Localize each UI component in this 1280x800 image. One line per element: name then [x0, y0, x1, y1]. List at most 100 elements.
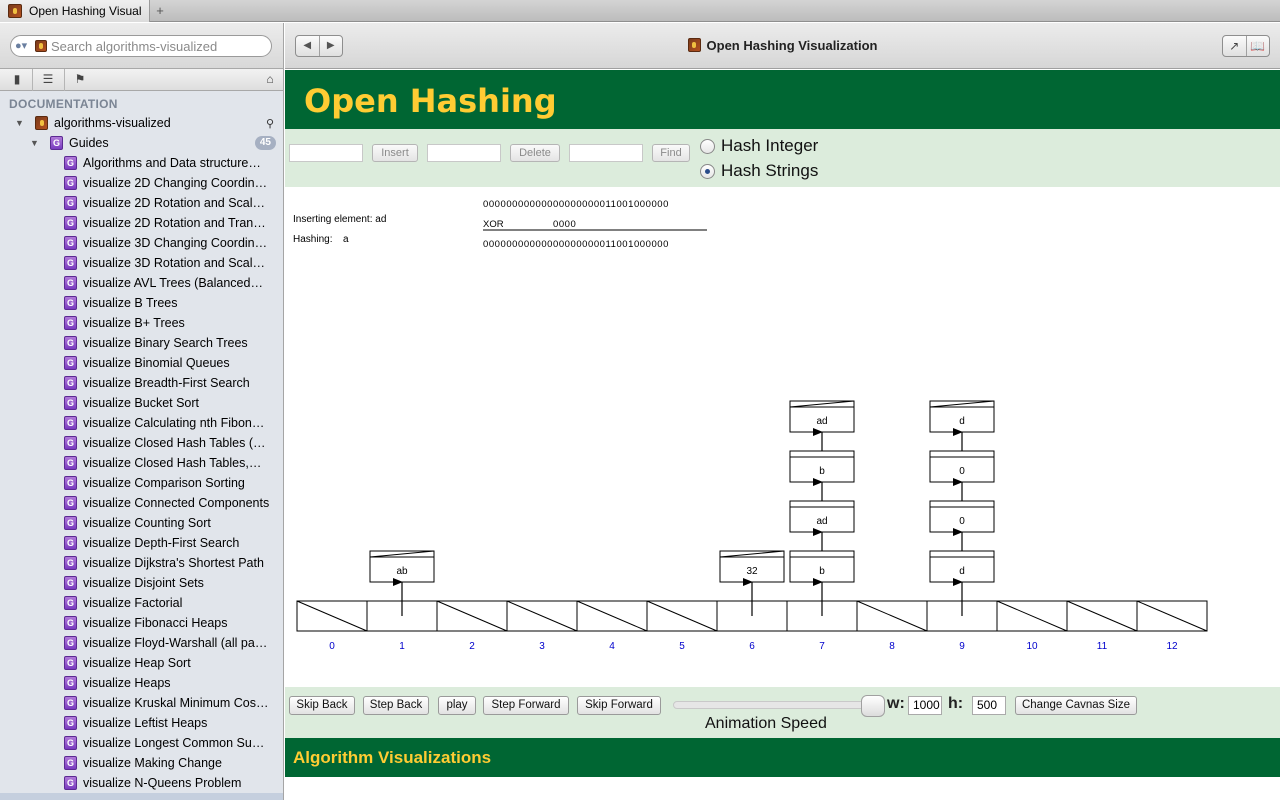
docset-search-icon[interactable]: ⚲ [266, 117, 274, 130]
guide-item-label: visualize Depth-First Search [83, 536, 240, 550]
tree-docset-row[interactable]: ▼ algorithms-visualized ⚲ [0, 113, 283, 133]
home-icon[interactable]: ⌂ [262, 72, 278, 86]
radio-circle-selected[interactable] [700, 163, 715, 179]
skip-forward-button[interactable]: Skip Forward [577, 696, 661, 715]
bits-bottom: 00000000000000000000011001000000 [483, 239, 669, 250]
delete-input[interactable] [427, 144, 501, 162]
sidebar-guide-item[interactable]: Gvisualize Depth-First Search [0, 533, 283, 553]
delete-button[interactable]: Delete [510, 144, 560, 162]
sidebar-guide-item[interactable]: Gvisualize Dijkstra's Shortest Path [0, 553, 283, 573]
sidebar-guide-item[interactable]: Gvisualize Heaps [0, 673, 283, 693]
footer-banner: Algorithm Visualizations [285, 738, 1280, 777]
sidebar-guide-item[interactable]: Gvisualize Leftist Heaps [0, 713, 283, 733]
change-canvas-size-button[interactable]: Change Cavnas Size [1015, 696, 1137, 715]
disclosure-triangle-icon[interactable]: ▼ [15, 118, 25, 128]
guide-item-label: visualize Floyd-Warshall (all pa… [83, 636, 268, 650]
list-icon[interactable]: ☰ [40, 72, 56, 86]
insert-input[interactable] [289, 144, 363, 162]
sidebar-guide-item[interactable]: Gvisualize B Trees [0, 293, 283, 313]
sidebar-guide-item[interactable]: Gvisualize Calculating nth Fibon… [0, 413, 283, 433]
new-tab-button[interactable]: + [153, 1, 167, 21]
reading-mode-icon[interactable]: 📖 [1247, 36, 1270, 56]
insert-button[interactable]: Insert [372, 144, 418, 162]
guide-item-label: visualize Binomial Queues [83, 356, 230, 370]
animation-speed-slider[interactable] [673, 695, 885, 717]
step-forward-button[interactable]: Step Forward [483, 696, 569, 715]
docsets-icon[interactable]: ▮ [9, 72, 25, 86]
hash-table: 0 1 ab 2 3 4 5 6 32 7 b ad b ad 8 9 d 0 0 d 10 11 12 [296, 400, 1208, 652]
radio-circle[interactable] [700, 138, 715, 154]
guide-item-label: visualize Kruskal Minimum Cos… [83, 696, 269, 710]
slider-knob[interactable] [861, 695, 885, 717]
chain-node-value: 0 [959, 466, 965, 477]
slot-index: 3 [539, 641, 545, 652]
bookmark-tag-icon[interactable]: ⚑ [72, 72, 88, 86]
find-input[interactable] [569, 144, 643, 162]
guide-icon: G [64, 316, 77, 330]
sidebar-guide-item[interactable]: Gvisualize Longest Common Su… [0, 733, 283, 753]
sidebar-guide-item[interactable]: Gvisualize 3D Changing Coordin… [0, 233, 283, 253]
sidebar-guide-item[interactable]: Gvisualize Connected Components [0, 493, 283, 513]
guide-item-label: visualize 3D Changing Coordin… [83, 236, 268, 250]
tree-group-row[interactable]: ▼ G Guides 45 [0, 133, 283, 153]
guide-item-label: visualize 2D Changing Coordin… [83, 176, 268, 190]
sidebar-guide-item[interactable]: Gvisualize Binary Search Trees [0, 333, 283, 353]
sidebar-guide-item[interactable]: Gvisualize Kruskal Minimum Cos… [0, 693, 283, 713]
sidebar-guide-item[interactable]: Gvisualize Factorial [0, 593, 283, 613]
height-label: h: [948, 695, 964, 712]
sidebar-guide-item[interactable]: Gvisualize Closed Hash Tables,… [0, 453, 283, 473]
hash-strings-label: Hash Strings [721, 161, 819, 180]
divider [32, 69, 33, 91]
sidebar-guide-item[interactable]: Gvisualize AVL Trees (Balanced… [0, 273, 283, 293]
sidebar-guide-item[interactable]: Gvisualize Closed Hash Tables (… [0, 433, 283, 453]
docset-icon [35, 116, 48, 130]
hash-strings-radio[interactable]: Hash Strings [700, 161, 818, 181]
slider-track[interactable] [673, 701, 873, 709]
hash-integer-radio[interactable]: Hash Integer [700, 136, 818, 156]
slot-index: 2 [469, 641, 475, 652]
play-button[interactable]: play [438, 696, 476, 715]
slot-index: 1 [399, 641, 405, 652]
guide-item-label: visualize AVL Trees (Balanced… [83, 276, 263, 290]
sidebar-guide-item[interactable]: Gvisualize Counting Sort [0, 513, 283, 533]
sidebar-guide-item[interactable]: Gvisualize 2D Changing Coordin… [0, 173, 283, 193]
find-button[interactable]: Find [652, 144, 690, 162]
sidebar-guide-item[interactable]: Gvisualize Heap Sort [0, 653, 283, 673]
slot-index: 9 [959, 641, 965, 652]
sidebar-guide-item[interactable]: Gvisualize Floyd-Warshall (all pa… [0, 633, 283, 653]
sidebar-guide-item[interactable]: Gvisualize Fibonacci Heaps [0, 613, 283, 633]
disclosure-triangle-icon[interactable]: ▼ [30, 138, 40, 148]
sidebar-guide-item[interactable]: Gvisualize Comparison Sorting [0, 473, 283, 493]
sidebar-guide-item[interactable]: Gvisualize 3D Rotation and Scal… [0, 253, 283, 273]
chain-node-value: ab [396, 566, 408, 577]
chain-node-value: ad [816, 416, 827, 427]
tab-open-hashing[interactable]: Open Hashing Visual [0, 0, 150, 22]
canvas-width-input[interactable]: 1000 [908, 696, 942, 715]
sidebar-guide-item[interactable]: Gvisualize Bucket Sort [0, 393, 283, 413]
guide-item-label: visualize Binary Search Trees [83, 336, 248, 350]
skip-back-button[interactable]: Skip Back [289, 696, 355, 715]
sidebar-guide-item[interactable]: Gvisualize Breadth-First Search [0, 373, 283, 393]
sidebar-guide-item[interactable]: Gvisualize 2D Rotation and Scal… [0, 193, 283, 213]
search-input[interactable]: ●▾ Search algorithms-visualized [10, 35, 272, 57]
sidebar-guide-item[interactable]: Gvisualize Binomial Queues [0, 353, 283, 373]
sidebar-guide-item[interactable]: Gvisualize Disjoint Sets [0, 573, 283, 593]
sidebar-guide-item[interactable]: Gvisualize 2D Rotation and Tran… [0, 213, 283, 233]
step-back-button[interactable]: Step Back [363, 696, 429, 715]
search-scope-icon[interactable]: ●▾ [15, 39, 35, 53]
sidebar-guide-item[interactable]: Gvisualize B+ Trees [0, 313, 283, 333]
slot-index: 11 [1097, 641, 1108, 652]
sidebar-guide-item[interactable]: G Algorithms and Data structure… [0, 153, 283, 173]
footer-title: Algorithm Visualizations [293, 748, 492, 767]
open-in-browser-icon[interactable]: ↗ [1223, 36, 1247, 56]
page-heading: Open Hashing [304, 82, 557, 120]
guide-icon: G [64, 336, 77, 350]
group-count-badge: 45 [254, 136, 276, 150]
sidebar-guide-item[interactable]: Gvisualize N-Queens Problem [0, 773, 283, 793]
sidebar-guide-item-selected[interactable] [0, 793, 283, 800]
sidebar-guide-item[interactable]: Gvisualize Making Change [0, 753, 283, 773]
guide-icon: G [64, 556, 77, 570]
canvas-height-input[interactable]: 500 [972, 696, 1006, 715]
guide-item-label: visualize Longest Common Su… [83, 736, 265, 750]
chain-node-value: b [819, 566, 825, 577]
